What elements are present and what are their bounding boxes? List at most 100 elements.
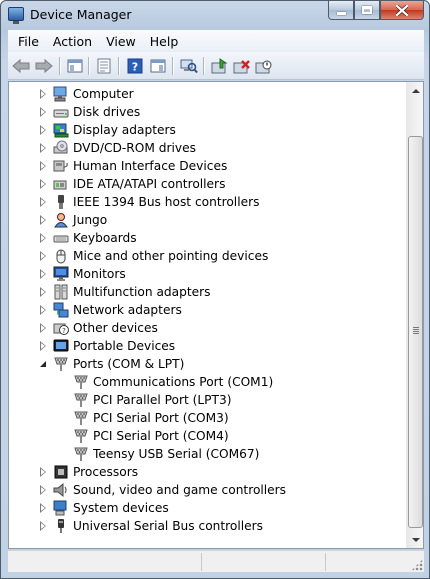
tree-category[interactable]: Display adapters xyxy=(9,121,406,139)
tree-item-label: Mice and other pointing devices xyxy=(73,249,269,263)
expand-arrow-icon[interactable] xyxy=(39,197,47,207)
tree-item-label: PCI Serial Port (COM3) xyxy=(93,411,229,425)
update-driver-button[interactable] xyxy=(210,56,230,76)
expand-arrow-icon[interactable] xyxy=(39,161,47,171)
expand-arrow-icon[interactable] xyxy=(39,269,47,279)
scroll-up-button[interactable] xyxy=(407,82,424,99)
tree-item-label: IDE ATA/ATAPI controllers xyxy=(73,177,226,191)
back-button[interactable] xyxy=(11,56,31,76)
expand-arrow-icon[interactable] xyxy=(39,107,47,117)
tree-item-label: Disk drives xyxy=(73,105,141,119)
toolbar: ? xyxy=(8,52,424,80)
tree-device[interactable]: Communications Port (COM1) xyxy=(9,373,406,391)
menu-help[interactable]: Help xyxy=(143,34,186,49)
device-tree[interactable]: Computer Disk drives Display adapters DVD/C… xyxy=(9,82,406,548)
tree-category[interactable]: Processors xyxy=(9,463,406,481)
firewire-icon xyxy=(58,195,64,209)
expand-arrow-icon[interactable] xyxy=(39,323,47,333)
tree-item-label: Monitors xyxy=(73,267,126,281)
tree-category[interactable]: IEEE 1394 Bus host controllers xyxy=(9,193,406,211)
disable-device-button[interactable] xyxy=(254,56,274,76)
disk-drive-icon xyxy=(53,109,69,118)
tree-category[interactable]: Sound, video and game controllers xyxy=(9,481,406,499)
uninstall-icon xyxy=(233,60,250,74)
collapse-arrow-icon[interactable] xyxy=(39,359,47,369)
expand-arrow-icon[interactable] xyxy=(39,467,47,477)
tree-category[interactable]: Multifunction adapters xyxy=(9,283,406,301)
tree-device[interactable]: PCI Serial Port (COM3) xyxy=(9,409,406,427)
tree-category[interactable]: Keyboards xyxy=(9,229,406,247)
help-button[interactable]: ? xyxy=(125,56,145,76)
expand-arrow-icon[interactable] xyxy=(39,179,47,189)
tree-item-label: Communications Port (COM1) xyxy=(93,375,274,389)
menu-file[interactable]: File xyxy=(11,34,46,49)
mouse-icon xyxy=(56,249,66,264)
expand-arrow-icon[interactable] xyxy=(39,287,47,297)
expand-arrow-icon[interactable] xyxy=(39,143,47,153)
tree-item-label: Display adapters xyxy=(73,123,176,137)
close-button[interactable] xyxy=(380,1,424,20)
forward-button[interactable] xyxy=(34,56,54,76)
tree-item-label: Jungo xyxy=(73,213,108,227)
jungo-icon xyxy=(54,213,68,228)
tree-category[interactable]: DVD/CD-ROM drives xyxy=(9,139,406,157)
expand-arrow-icon[interactable] xyxy=(39,125,47,135)
vertical-scrollbar[interactable] xyxy=(406,82,423,548)
minimize-button[interactable] xyxy=(328,1,354,20)
tree-category[interactable]: Portable Devices xyxy=(9,337,406,355)
scroll-down-button[interactable] xyxy=(407,531,424,548)
tree-item-label: Human Interface Devices xyxy=(73,159,228,173)
uninstall-button[interactable] xyxy=(232,56,252,76)
expand-arrow-icon[interactable] xyxy=(39,503,47,513)
expand-arrow-icon[interactable] xyxy=(39,341,47,351)
console-tree-button[interactable] xyxy=(148,56,168,76)
tree-category[interactable]: Human Interface Devices xyxy=(9,157,406,175)
maximize-button[interactable] xyxy=(354,1,380,20)
status-bar xyxy=(8,550,424,572)
expand-arrow-icon[interactable] xyxy=(39,305,47,315)
tree-category[interactable]: Computer xyxy=(9,85,406,103)
show-hide-tree-button[interactable] xyxy=(65,56,85,76)
tree-category[interactable]: Ports (COM & LPT) xyxy=(9,355,406,373)
portable-device-icon xyxy=(53,339,69,352)
expand-arrow-icon[interactable] xyxy=(39,485,47,495)
expand-arrow-icon[interactable] xyxy=(39,215,47,225)
expand-arrow-icon[interactable] xyxy=(39,251,47,261)
properties-button[interactable] xyxy=(94,56,114,76)
expand-arrow-icon[interactable] xyxy=(39,89,47,99)
tree-category[interactable]: IDE ATA/ATAPI controllers xyxy=(9,175,406,193)
expand-arrow-icon[interactable] xyxy=(39,233,47,243)
scrollbar-thumb[interactable] xyxy=(408,136,423,528)
disable-device-icon xyxy=(255,60,272,74)
help-icon: ? xyxy=(127,58,143,74)
title-bar[interactable]: Device Manager xyxy=(1,1,429,29)
tree-category[interactable]: System devices xyxy=(9,499,406,517)
tree-category[interactable]: Jungo xyxy=(9,211,406,229)
usb-icon xyxy=(58,519,64,533)
menu-action[interactable]: Action xyxy=(46,34,99,49)
tree-category[interactable]: Disk drives xyxy=(9,103,406,121)
expand-arrow-icon[interactable] xyxy=(39,521,47,531)
menu-view[interactable]: View xyxy=(99,34,143,49)
multifunction-icon xyxy=(54,284,68,300)
tree-device[interactable]: Teensy USB Serial (COM67) xyxy=(9,445,406,463)
tree-category[interactable]: Network adapters xyxy=(9,301,406,319)
minimize-icon xyxy=(336,11,346,15)
tree-category[interactable]: Universal Serial Bus controllers xyxy=(9,517,406,535)
back-icon xyxy=(12,58,30,74)
tree-item-label: PCI Parallel Port (LPT3) xyxy=(93,393,232,407)
close-icon xyxy=(396,4,408,16)
tree-category[interactable]: ? Other devices xyxy=(9,319,406,337)
toolbar-separator xyxy=(59,57,60,75)
port-icon xyxy=(74,447,88,461)
port-icon xyxy=(54,357,68,371)
tree-category[interactable]: Monitors xyxy=(9,265,406,283)
scan-hardware-icon xyxy=(180,59,198,74)
resize-grip[interactable] xyxy=(411,559,423,571)
device-manager-app-icon xyxy=(8,7,24,24)
tree-device[interactable]: PCI Parallel Port (LPT3) xyxy=(9,391,406,409)
tree-device[interactable]: PCI Serial Port (COM4) xyxy=(9,427,406,445)
tree-category[interactable]: Mice and other pointing devices xyxy=(9,247,406,265)
tree-item-label: Multifunction adapters xyxy=(73,285,211,299)
scan-hardware-button[interactable] xyxy=(179,56,199,76)
